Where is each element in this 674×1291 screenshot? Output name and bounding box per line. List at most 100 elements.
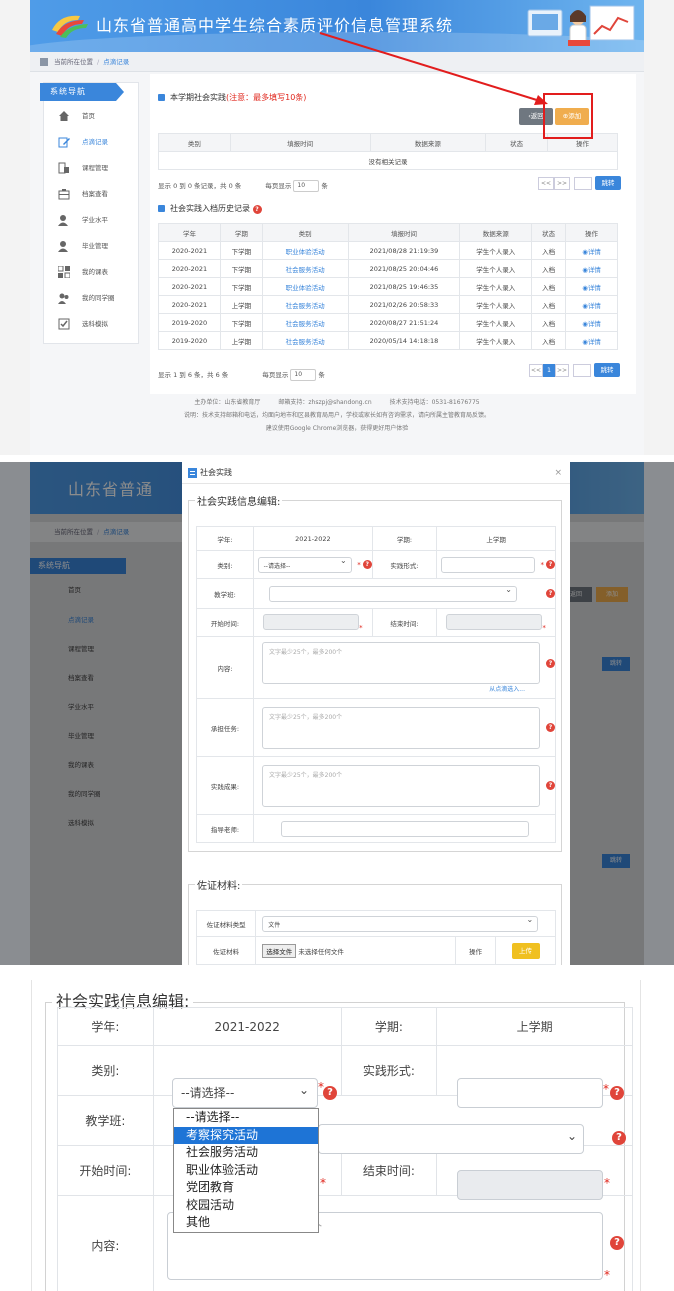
help-icon[interactable]: ? (610, 1086, 624, 1100)
category-select[interactable]: --请选择-- ⌄ (172, 1078, 318, 1108)
page-number-input[interactable] (574, 177, 592, 190)
sidebar-item-archive[interactable]: 档案查看 (44, 181, 140, 207)
help-icon[interactable]: ? (610, 1236, 624, 1250)
end-time-input[interactable] (457, 1170, 603, 1200)
history-pager: 显示 1 到 6 条，共 6 条 每页显示 10 条 (158, 369, 325, 381)
end-time-input[interactable] (446, 613, 543, 630)
form-label: 实践形式: (340, 1045, 438, 1096)
choose-file-button[interactable]: 选择文件 (262, 943, 297, 958)
col-header: 学期 (219, 223, 263, 242)
dropdown-option[interactable]: 党团教育 (174, 1179, 318, 1197)
category-dropdown-list[interactable]: --请选择-- 考察探究活动 社会服务活动 职业体验活动 党团教育 校园活动 其… (173, 1108, 319, 1233)
evidence-type-label: 佐证材料类型 (195, 910, 257, 937)
sidebar-item-timetable[interactable]: 我的课表 (44, 259, 140, 285)
dropdown-option[interactable]: --请选择-- (174, 1109, 318, 1127)
category-link[interactable]: 社会服务活动 (286, 338, 325, 346)
term-label: 学期: (340, 1007, 438, 1046)
content-label: 内容: (196, 636, 254, 699)
prev-page-button[interactable]: << (538, 177, 554, 190)
next-page-button[interactable]: >> (554, 177, 570, 190)
jump-button[interactable]: 跳转 (595, 176, 621, 190)
help-icon[interactable]: ? (546, 781, 555, 790)
task-textarea[interactable]: 文字最少25个，最多200个 (262, 706, 540, 749)
history-table: 学年 学期 类别 填报时间 数据来源 状态 操作 2020-2021 下学期 职业体… (158, 223, 618, 350)
category-link[interactable]: 社会服务活动 (286, 266, 325, 274)
table-row: 2020-2021 下学期 职业体验活动 2021/08/28 21:19:39 学生个… (158, 241, 618, 260)
table-row: 2020-2021 上学期 社会服务活动 2021/02/26 20:58:33 学生个… (158, 295, 618, 314)
category-select[interactable]: --请选择-- (257, 556, 352, 573)
sidebar-item-label: 学业水平 (82, 216, 108, 224)
sidebar-item-academic[interactable]: 学业水平 (44, 207, 140, 233)
dropdown-option[interactable]: 其他 (174, 1214, 318, 1232)
help-icon[interactable]: ? (612, 1131, 626, 1145)
detail-link[interactable]: ◉详情 (582, 266, 601, 274)
year-value: 2021-2022 (253, 526, 373, 551)
category-link[interactable]: 职业体验活动 (286, 248, 325, 256)
evidence-type-select[interactable]: 文件 (262, 915, 539, 932)
dropdown-option[interactable]: 校园活动 (174, 1197, 318, 1215)
per-page-select[interactable]: 10 (293, 180, 320, 192)
sidebar-item-subject-sim[interactable]: 选科模拟 (44, 311, 140, 337)
select-from-records-link[interactable]: 从点滴选入... (489, 686, 525, 693)
page-1-button[interactable]: 1 (543, 364, 555, 377)
sidebar-item-classmates[interactable]: 我的同学圈 (44, 285, 140, 311)
class-select[interactable]: ⌄ (318, 1124, 584, 1154)
class-select[interactable] (269, 585, 517, 602)
category-link[interactable]: 职业体验活动 (286, 284, 325, 292)
detail-link[interactable]: ◉详情 (582, 320, 601, 328)
evidence-form: 佐证材料类型 文件 佐证材料 选择文件 未选择任何文件 操作 上传 (195, 910, 556, 965)
help-icon[interactable]: ? (252, 205, 262, 214)
detail-link[interactable]: ◉详情 (582, 284, 601, 292)
detail-link[interactable]: ◉详情 (582, 248, 601, 256)
dropdown-option[interactable]: 社会服务活动 (174, 1144, 318, 1162)
upload-button[interactable]: 上传 (511, 942, 540, 959)
sidebar-item-label: 首页 (82, 112, 95, 120)
sidebar-item-records[interactable]: 点滴记录 (44, 129, 140, 155)
modal-screenshot: 山东省普通 当前所在位置 / 点滴记录 系统导航 首页 点滴记录 课程管理 档案查看… (0, 462, 674, 965)
practice-notice: (注意：最多填写10条) (226, 93, 307, 102)
help-icon[interactable]: ? (546, 589, 555, 598)
dropdown-option[interactable]: 职业体验活动 (174, 1162, 318, 1180)
sidebar-item-courses[interactable]: 课程管理 (44, 155, 140, 181)
sidebar-item-graduation[interactable]: 毕业管理 (44, 233, 140, 259)
teacher-input[interactable] (280, 820, 529, 837)
site-title: 山东省普通高中学生综合素质评价信息管理系统 (96, 16, 454, 35)
header-banner: 山东省普通高中学生综合素质评价信息管理系统 (30, 0, 644, 52)
year-label: 学年: (196, 526, 254, 551)
sidebar-item-label: 档案查看 (82, 190, 108, 198)
start-time-input[interactable] (263, 613, 360, 630)
dropdown-option-highlighted[interactable]: 考察探究活动 (174, 1126, 318, 1144)
nav-header: 系统导航 (40, 83, 124, 101)
detail-link[interactable]: ◉详情 (582, 302, 601, 310)
category-link[interactable]: 社会服务活动 (286, 302, 325, 310)
col-header: 类别 (158, 133, 231, 152)
footer-line: 说明：技术支持邮箱和电话，均面向地市和区县教育局用户，学校或家长如有咨询需求，请… (183, 412, 490, 419)
help-icon[interactable]: ? (546, 658, 555, 668)
table-row: 没有相关记录 (158, 151, 618, 170)
category-link[interactable]: 社会服务活动 (286, 320, 325, 328)
practice-form-input[interactable] (440, 556, 535, 573)
help-icon[interactable]: ? (545, 560, 555, 569)
evidence-legend: 佐证材料: (195, 877, 243, 892)
prev-page-button[interactable]: << (529, 364, 543, 377)
page-number-input[interactable] (573, 364, 591, 377)
detail-link[interactable]: ◉详情 (582, 338, 601, 346)
practice-form-input[interactable] (457, 1078, 603, 1108)
start-time-label: 开始时间: (196, 608, 254, 637)
sidebar-item-home[interactable]: 首页 (44, 103, 140, 129)
info-form: 学年: 2021-2022 学期: 上学期 类别: --请选择-- *? 实践形… (196, 526, 556, 843)
help-icon[interactable]: ? (323, 1086, 337, 1100)
social-practice-modal: 社会实践 × 社会实践信息编辑: 学年: 2021-2022 学期: 上学期 类… (182, 462, 570, 965)
next-page-button[interactable]: >> (555, 364, 569, 377)
category-label: 类别: (196, 550, 254, 579)
close-icon[interactable]: × (554, 462, 562, 484)
breadcrumb-home[interactable]: 当前所在位置 (54, 58, 93, 66)
jump-button[interactable]: 跳转 (594, 363, 620, 377)
help-icon[interactable]: ? (546, 723, 555, 732)
modal-header: 社会实践 × (182, 462, 570, 484)
content-textarea[interactable]: 文字最少25个，最多200个 (262, 642, 540, 684)
help-icon[interactable]: ? (362, 560, 372, 569)
per-page-select[interactable]: 10 (290, 369, 317, 381)
pager-info: 显示 1 到 6 条，共 6 条 (158, 371, 229, 379)
result-textarea[interactable]: 文字最少25个，最多200个 (262, 764, 540, 807)
